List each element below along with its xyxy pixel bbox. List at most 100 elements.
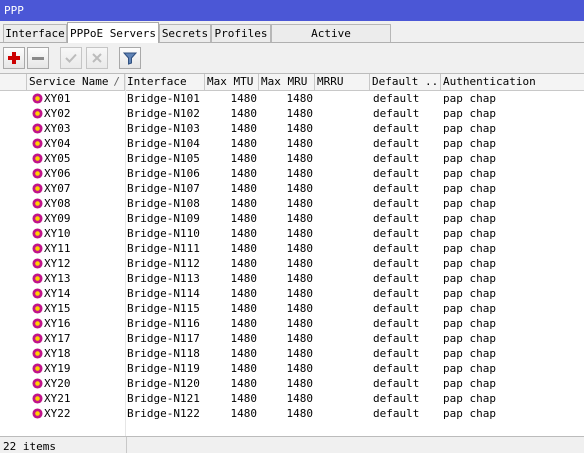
column-header-select[interactable] bbox=[0, 74, 27, 90]
ppp-window: PPP Interface PPPoE Servers Secrets Prof… bbox=[0, 0, 584, 453]
pppoe-server-icon bbox=[32, 393, 43, 404]
table-row[interactable]: XY13 Bridge-N113 1480 1480 default pap chap bbox=[0, 271, 584, 286]
pppoe-server-icon bbox=[32, 168, 43, 179]
column-header-default-profile[interactable]: Default ... bbox=[370, 74, 441, 90]
minus-icon bbox=[32, 57, 44, 60]
cell-service-name: XY21 bbox=[44, 392, 71, 405]
add-button[interactable] bbox=[3, 47, 25, 69]
table-row[interactable]: XY06 Bridge-N106 1480 1480 default pap chap bbox=[0, 166, 584, 181]
pppoe-server-icon bbox=[32, 408, 43, 419]
table-row[interactable]: XY15 Bridge-N115 1480 1480 default pap chap bbox=[0, 301, 584, 316]
column-header-mrru[interactable]: MRRU bbox=[315, 74, 370, 90]
cell-mrru bbox=[317, 241, 369, 256]
cell-authentication: pap chap bbox=[443, 182, 496, 195]
table-row[interactable]: XY17 Bridge-N117 1480 1480 default pap chap bbox=[0, 331, 584, 346]
column-label: Service Name bbox=[29, 75, 109, 88]
pppoe-server-icon bbox=[32, 153, 43, 164]
cell-authentication: pap chap bbox=[443, 272, 496, 285]
table-row[interactable]: XY19 Bridge-N119 1480 1480 default pap chap bbox=[0, 361, 584, 376]
cell-interface: Bridge-N108 bbox=[127, 197, 200, 210]
column-header-max-mtu[interactable]: Max MTU bbox=[205, 74, 259, 90]
table-row[interactable]: XY05 Bridge-N105 1480 1480 default pap chap bbox=[0, 151, 584, 166]
cell-max-mru: 1480 bbox=[286, 257, 314, 270]
cell-authentication: pap chap bbox=[443, 242, 496, 255]
table-row[interactable]: XY22 Bridge-N122 1480 1480 default pap chap bbox=[0, 406, 584, 421]
cell-default-profile: default bbox=[373, 317, 420, 330]
table-row[interactable]: XY02 Bridge-N102 1480 1480 default pap chap bbox=[0, 106, 584, 121]
cell-interface: Bridge-N116 bbox=[127, 317, 200, 330]
cell-interface: Bridge-N102 bbox=[127, 107, 200, 120]
table-row[interactable]: XY11 Bridge-N111 1480 1480 default pap chap bbox=[0, 241, 584, 256]
tab-pppoe-servers[interactable]: PPPoE Servers bbox=[67, 22, 159, 43]
cell-max-mtu: 1480 bbox=[230, 167, 258, 180]
table-row[interactable]: XY03 Bridge-N103 1480 1480 default pap chap bbox=[0, 121, 584, 136]
cell-interface: Bridge-N118 bbox=[127, 347, 200, 360]
cell-mrru bbox=[317, 151, 369, 166]
cell-service-name: XY01 bbox=[44, 92, 71, 105]
cell-service-name: XY04 bbox=[44, 137, 71, 150]
cell-service-name: XY13 bbox=[44, 272, 71, 285]
items-count: 22 items bbox=[3, 440, 56, 453]
cell-interface: Bridge-N109 bbox=[127, 212, 200, 225]
cell-service-name: XY19 bbox=[44, 362, 71, 375]
cell-service-name: XY05 bbox=[44, 152, 71, 165]
cell-interface: Bridge-N106 bbox=[127, 167, 200, 180]
table-row[interactable]: XY08 Bridge-N108 1480 1480 default pap chap bbox=[0, 196, 584, 211]
cell-mrru bbox=[317, 106, 369, 121]
table-row[interactable]: XY21 Bridge-N121 1480 1480 default pap chap bbox=[0, 391, 584, 406]
table-row[interactable]: XY10 Bridge-N110 1480 1480 default pap chap bbox=[0, 226, 584, 241]
cell-max-mtu: 1480 bbox=[230, 377, 258, 390]
cell-default-profile: default bbox=[373, 272, 420, 285]
table-row[interactable]: XY09 Bridge-N109 1480 1480 default pap chap bbox=[0, 211, 584, 226]
table-row[interactable]: XY04 Bridge-N104 1480 1480 default pap chap bbox=[0, 136, 584, 151]
cell-authentication: pap chap bbox=[443, 107, 496, 120]
table-row[interactable]: XY07 Bridge-N107 1480 1480 default pap chap bbox=[0, 181, 584, 196]
cell-service-name: XY22 bbox=[44, 407, 71, 420]
table-header: Service Name / Interface Max MTU Max MRU… bbox=[0, 74, 584, 91]
cell-interface: Bridge-N114 bbox=[127, 287, 200, 300]
table-row[interactable]: XY01 Bridge-N101 1480 1480 default pap chap bbox=[0, 91, 584, 106]
cell-max-mtu: 1480 bbox=[230, 92, 258, 105]
cell-mrru bbox=[317, 361, 369, 376]
cell-default-profile: default bbox=[373, 197, 420, 210]
cell-max-mtu: 1480 bbox=[230, 257, 258, 270]
column-header-authentication[interactable]: Authentication bbox=[441, 74, 584, 90]
cell-authentication: pap chap bbox=[443, 347, 496, 360]
cell-max-mru: 1480 bbox=[286, 317, 314, 330]
cell-interface: Bridge-N110 bbox=[127, 227, 200, 240]
cell-authentication: pap chap bbox=[443, 227, 496, 240]
pppoe-server-icon bbox=[32, 303, 43, 314]
cell-max-mtu: 1480 bbox=[230, 107, 258, 120]
column-header-max-mru[interactable]: Max MRU bbox=[259, 74, 315, 90]
cell-max-mru: 1480 bbox=[286, 272, 314, 285]
remove-button[interactable] bbox=[27, 47, 49, 69]
table-row[interactable]: XY14 Bridge-N114 1480 1480 default pap chap bbox=[0, 286, 584, 301]
column-header-service-name[interactable]: Service Name / bbox=[27, 74, 125, 90]
table-row[interactable]: XY12 Bridge-N112 1480 1480 default pap chap bbox=[0, 256, 584, 271]
table-row[interactable]: XY18 Bridge-N118 1480 1480 default pap chap bbox=[0, 346, 584, 361]
tab-interface[interactable]: Interface bbox=[3, 24, 67, 43]
table-row[interactable]: XY20 Bridge-N120 1480 1480 default pap chap bbox=[0, 376, 584, 391]
pppoe-server-icon bbox=[32, 273, 43, 284]
cell-authentication: pap chap bbox=[443, 137, 496, 150]
cell-max-mtu: 1480 bbox=[230, 152, 258, 165]
column-header-interface[interactable]: Interface bbox=[125, 74, 205, 90]
tab-secrets[interactable]: Secrets bbox=[159, 24, 211, 43]
tab-active-connections[interactable]: Active Connections bbox=[271, 24, 391, 57]
cell-interface: Bridge-N105 bbox=[127, 152, 200, 165]
disable-button[interactable] bbox=[86, 47, 108, 69]
cell-mrru bbox=[317, 196, 369, 211]
cell-mrru bbox=[317, 166, 369, 181]
cell-interface: Bridge-N103 bbox=[127, 122, 200, 135]
enable-button[interactable] bbox=[60, 47, 82, 69]
cell-max-mru: 1480 bbox=[286, 92, 314, 105]
cell-authentication: pap chap bbox=[443, 317, 496, 330]
cell-authentication: pap chap bbox=[443, 167, 496, 180]
tab-profiles[interactable]: Profiles bbox=[211, 24, 271, 43]
cell-max-mru: 1480 bbox=[286, 182, 314, 195]
cross-icon bbox=[92, 53, 102, 63]
cell-interface: Bridge-N112 bbox=[127, 257, 200, 270]
table-row[interactable]: XY16 Bridge-N116 1480 1480 default pap chap bbox=[0, 316, 584, 331]
filter-button[interactable] bbox=[119, 47, 141, 69]
cell-mrru bbox=[317, 391, 369, 406]
